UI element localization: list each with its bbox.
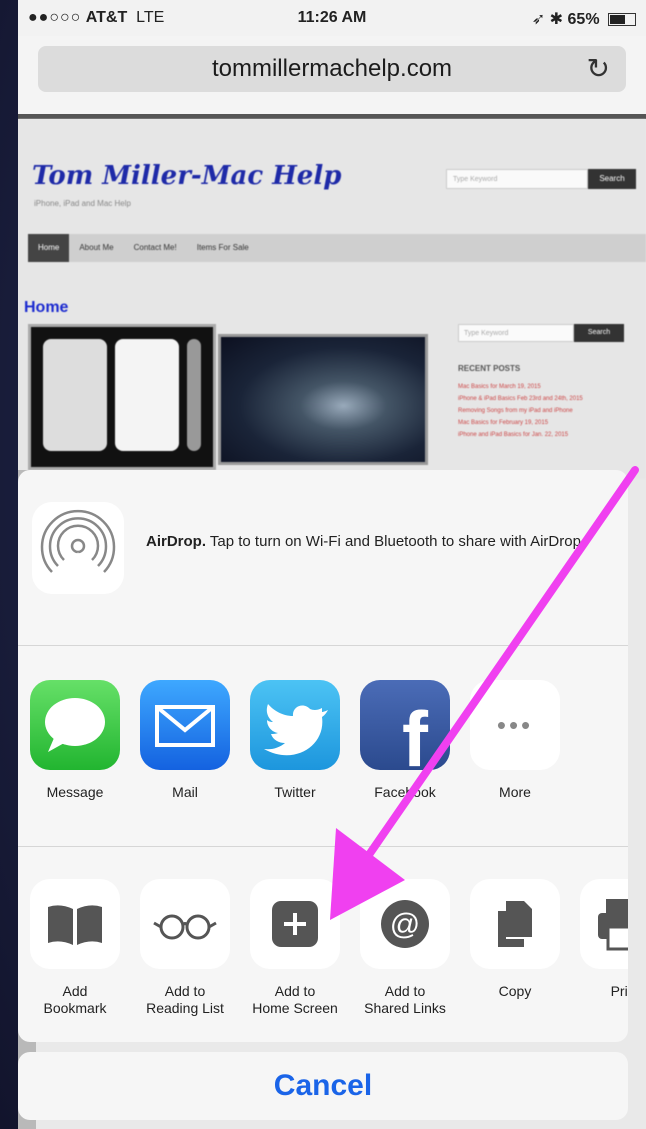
annotation-arrow	[330, 466, 639, 920]
